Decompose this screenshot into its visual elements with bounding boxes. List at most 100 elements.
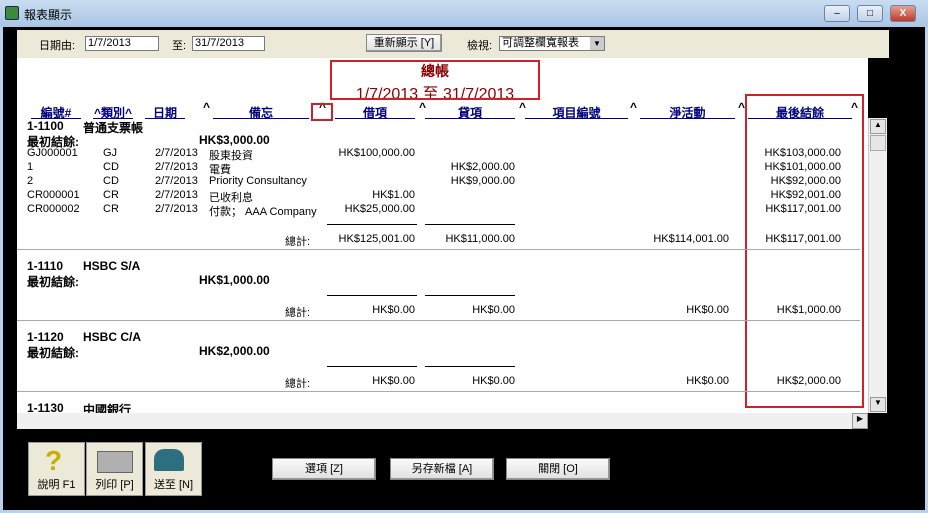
help-button[interactable]: ? 說明 F1: [28, 442, 85, 496]
view-select[interactable]: 可調整欄寬報表 ▼: [499, 36, 605, 51]
total-net: HK$114,001.00: [653, 233, 729, 245]
send-to-button[interactable]: 送至 [N]: [145, 442, 202, 496]
filter-bar: 日期由: 1/7/2013 至: 31/7/2013 重新顯示 [Y] 檢視: …: [17, 30, 889, 58]
total-label: 總計:: [285, 307, 311, 319]
row-date: 2/7/2013: [155, 189, 198, 201]
row-balance: HK$92,000.00: [770, 175, 841, 187]
row-credit: HK$2,000.00: [450, 161, 515, 173]
total-balance: HK$2,000.00: [776, 375, 841, 387]
window-title: 報表顯示: [24, 8, 73, 22]
report-area: 總帳 1/7/2013 至 31/7/2013 編號# ^類別^ 日期 備忘 借項 貸項項…: [17, 58, 868, 413]
help-label: 說明 F1: [37, 479, 76, 491]
mailbox-icon: [154, 449, 184, 471]
column-header[interactable]: 貸項: [425, 104, 515, 120]
total-debit: HK$0.00: [372, 375, 415, 387]
row-credit: HK$9,000.00: [450, 175, 515, 187]
total-net: HK$0.00: [686, 375, 729, 387]
total-debit: HK$0.00: [372, 304, 415, 316]
scroll-up-icon[interactable]: ▲: [870, 119, 886, 134]
refresh-button[interactable]: 重新顯示 [Y]: [366, 34, 442, 52]
sort-caret-icon[interactable]: ^: [738, 100, 745, 114]
account-name: 中國銀行: [83, 403, 132, 413]
column-header[interactable]: 淨活動: [640, 104, 735, 120]
total-balance: HK$1,000.00: [776, 304, 841, 316]
row-debit: HK$100,000.00: [338, 147, 415, 159]
sort-caret-icon[interactable]: ^: [419, 100, 426, 114]
maximize-button[interactable]: □: [857, 5, 883, 22]
date-from-input[interactable]: 1/7/2013: [85, 36, 159, 51]
minimize-button[interactable]: –: [824, 5, 850, 22]
total-label: 總計:: [285, 378, 311, 390]
opening-balance: HK$3,000.00: [199, 133, 270, 147]
send-label: 送至 [N]: [153, 479, 194, 491]
app-icon: [5, 6, 19, 20]
print-button[interactable]: 列印 [P]: [86, 442, 143, 496]
view-label: 檢視:: [467, 40, 493, 52]
row-debit: HK$25,000.00: [344, 203, 415, 215]
row-type: CR: [103, 189, 119, 201]
scroll-thumb[interactable]: [870, 135, 886, 151]
total-rule: [425, 366, 515, 367]
highlight-balance-column: [745, 94, 864, 408]
column-header[interactable]: 編號#: [31, 104, 81, 120]
opening-balance: HK$2,000.00: [199, 344, 270, 358]
row-type: CR: [103, 203, 119, 215]
total-rule: [327, 224, 417, 225]
account-name: HSBC S/A: [83, 259, 141, 273]
row-date: 2/7/2013: [155, 203, 198, 215]
horizontal-scrollbar[interactable]: ▶: [17, 413, 868, 429]
section-divider: [17, 249, 860, 250]
highlight-caret-box: [311, 103, 333, 121]
row-date: 2/7/2013: [155, 175, 198, 187]
column-header[interactable]: 日期: [145, 104, 185, 120]
save-as-button[interactable]: 另存新檔 [A]: [390, 458, 494, 480]
total-balance: HK$117,001.00: [765, 233, 841, 245]
row-type: GJ: [103, 147, 118, 159]
date-from-label: 日期由:: [39, 40, 76, 52]
row-ref: 2: [27, 175, 34, 187]
row-balance: HK$92,001.00: [770, 189, 841, 201]
dropdown-arrow-icon[interactable]: ▼: [590, 37, 604, 50]
close-window-button[interactable]: X: [890, 5, 916, 22]
total-label: 總計:: [285, 236, 311, 248]
total-credit: HK$11,000.00: [445, 233, 515, 245]
column-header[interactable]: 備忘: [213, 104, 309, 120]
row-ref: CR000001: [27, 189, 80, 201]
row-debit: HK$1.00: [372, 189, 415, 201]
date-to-input[interactable]: 31/7/2013: [192, 36, 265, 51]
total-net: HK$0.00: [686, 304, 729, 316]
row-memo: 付款； AAA Company: [209, 206, 317, 218]
vertical-scrollbar[interactable]: ▲ ▼: [868, 118, 887, 413]
account-number: 1-1110: [27, 259, 64, 273]
column-header[interactable]: ^類別^: [93, 104, 133, 120]
column-header[interactable]: 借項: [335, 104, 415, 120]
highlight-title-box: [330, 60, 540, 100]
total-rule: [327, 366, 417, 367]
row-balance: HK$103,000.00: [764, 147, 841, 159]
section-divider: [17, 391, 860, 392]
row-type: CD: [103, 175, 119, 187]
row-balance: HK$101,000.00: [764, 161, 841, 173]
sort-caret-icon[interactable]: ^: [203, 100, 210, 114]
printer-icon: [97, 451, 133, 473]
options-button[interactable]: 選項 [Z]: [272, 458, 376, 480]
sort-caret-icon[interactable]: ^: [519, 100, 526, 114]
account-number: 1-1120: [27, 330, 64, 344]
total-credit: HK$0.00: [472, 304, 515, 316]
total-rule: [425, 224, 515, 225]
total-credit: HK$0.00: [472, 375, 515, 387]
print-label: 列印 [P]: [95, 479, 134, 491]
sort-caret-icon[interactable]: ^: [630, 100, 637, 114]
row-ref: 1: [27, 161, 34, 173]
column-header[interactable]: 項目編號: [525, 104, 628, 120]
account-name: 普通支票帳: [83, 121, 144, 135]
date-to-label: 至:: [172, 40, 187, 52]
close-button[interactable]: 關閉 [O]: [506, 458, 610, 480]
total-rule: [327, 295, 417, 296]
title-bar: 報表顯示 – □ X: [0, 0, 928, 27]
opening-balance: HK$1,000.00: [199, 273, 270, 287]
account-number: 1-1130: [27, 401, 64, 413]
total-rule: [425, 295, 515, 296]
scroll-right-icon[interactable]: ▶: [852, 413, 868, 429]
scroll-down-icon[interactable]: ▼: [870, 397, 886, 412]
